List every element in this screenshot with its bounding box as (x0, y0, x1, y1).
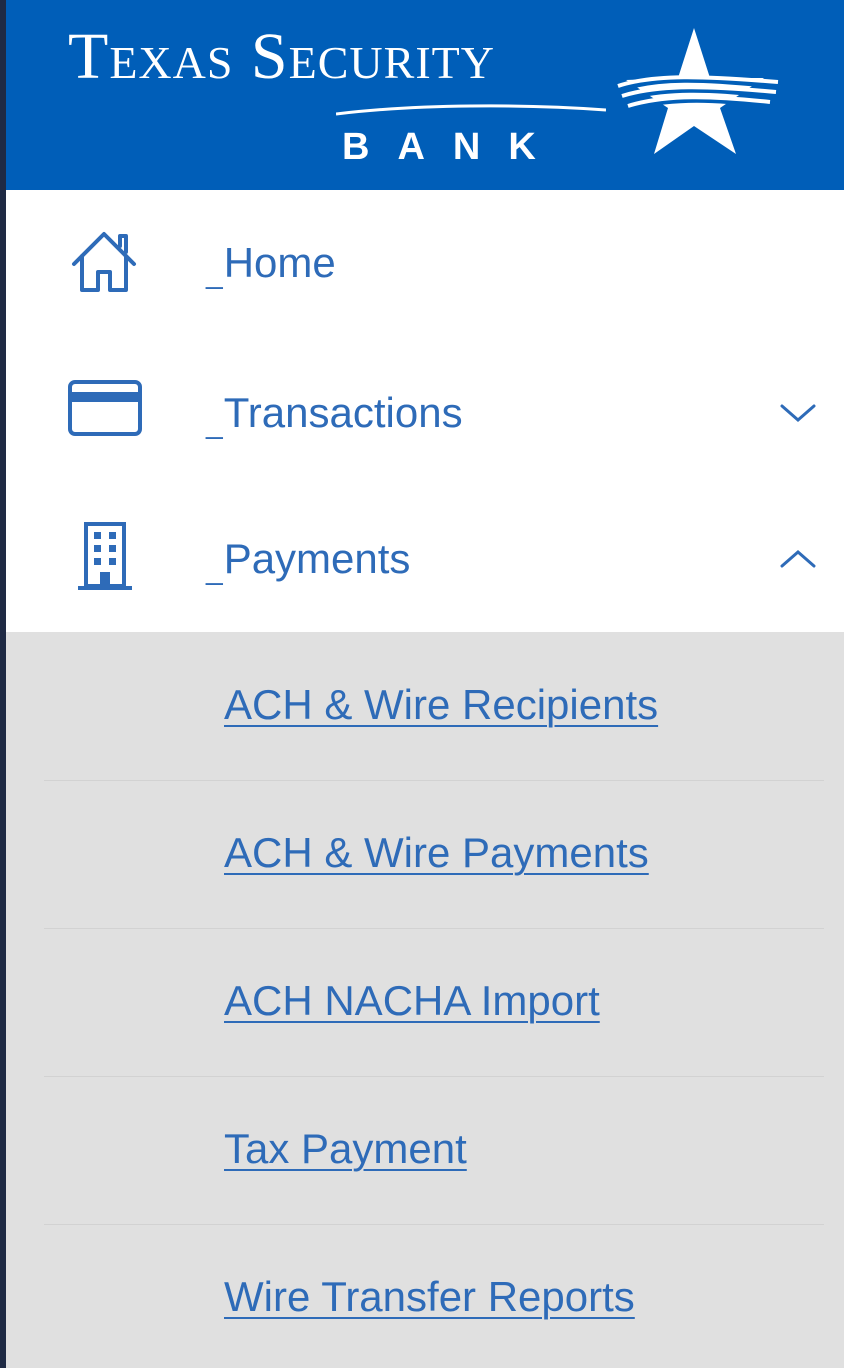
bank-logo[interactable]: Texas Security BANK (6, 0, 844, 190)
logo-name-line2: BANK (342, 126, 564, 168)
submenu-link[interactable]: ACH & Wire Payments (224, 832, 649, 874)
submenu-item-ach-wire-payments[interactable]: ACH & Wire Payments (6, 780, 844, 926)
submenu-item-ach-wire-recipients[interactable]: ACH & Wire Recipients (6, 632, 844, 778)
logo-swoosh (336, 104, 606, 116)
submenu-item-tax-payment[interactable]: Tax Payment (6, 1076, 844, 1222)
chevron-up-icon[interactable] (774, 538, 822, 578)
sidebar-navigation: Texas Security BANK Home (0, 0, 844, 1368)
nav-item-payments[interactable]: Payments (6, 486, 844, 632)
submenu-item-ach-nacha-import[interactable]: ACH NACHA Import (6, 928, 844, 1074)
nav-item-label: Payments (206, 538, 411, 580)
sidebar-header: Texas Security BANK (6, 0, 844, 190)
submenu-link[interactable]: ACH & Wire Recipients (224, 684, 658, 726)
submenu-link[interactable]: Wire Transfer Reports (224, 1276, 635, 1318)
payments-submenu: ACH & Wire Recipients ACH & Wire Payment… (6, 632, 844, 1368)
nav-item-label: Transactions (206, 392, 463, 434)
nav-item-home[interactable]: Home (6, 190, 844, 336)
star-icon (617, 28, 779, 154)
submenu-link[interactable]: Tax Payment (224, 1128, 467, 1170)
submenu-item-wire-transfer-reports[interactable]: Wire Transfer Reports (6, 1224, 844, 1368)
building-icon (64, 516, 146, 596)
nav-item-transactions[interactable]: Transactions (6, 338, 844, 484)
credit-card-icon (64, 368, 146, 448)
logo-name-line1: Texas Security (68, 20, 495, 93)
nav-item-label: Home (206, 242, 336, 284)
submenu-link[interactable]: ACH NACHA Import (224, 980, 600, 1022)
chevron-down-icon[interactable] (774, 392, 822, 432)
home-icon (64, 224, 146, 304)
